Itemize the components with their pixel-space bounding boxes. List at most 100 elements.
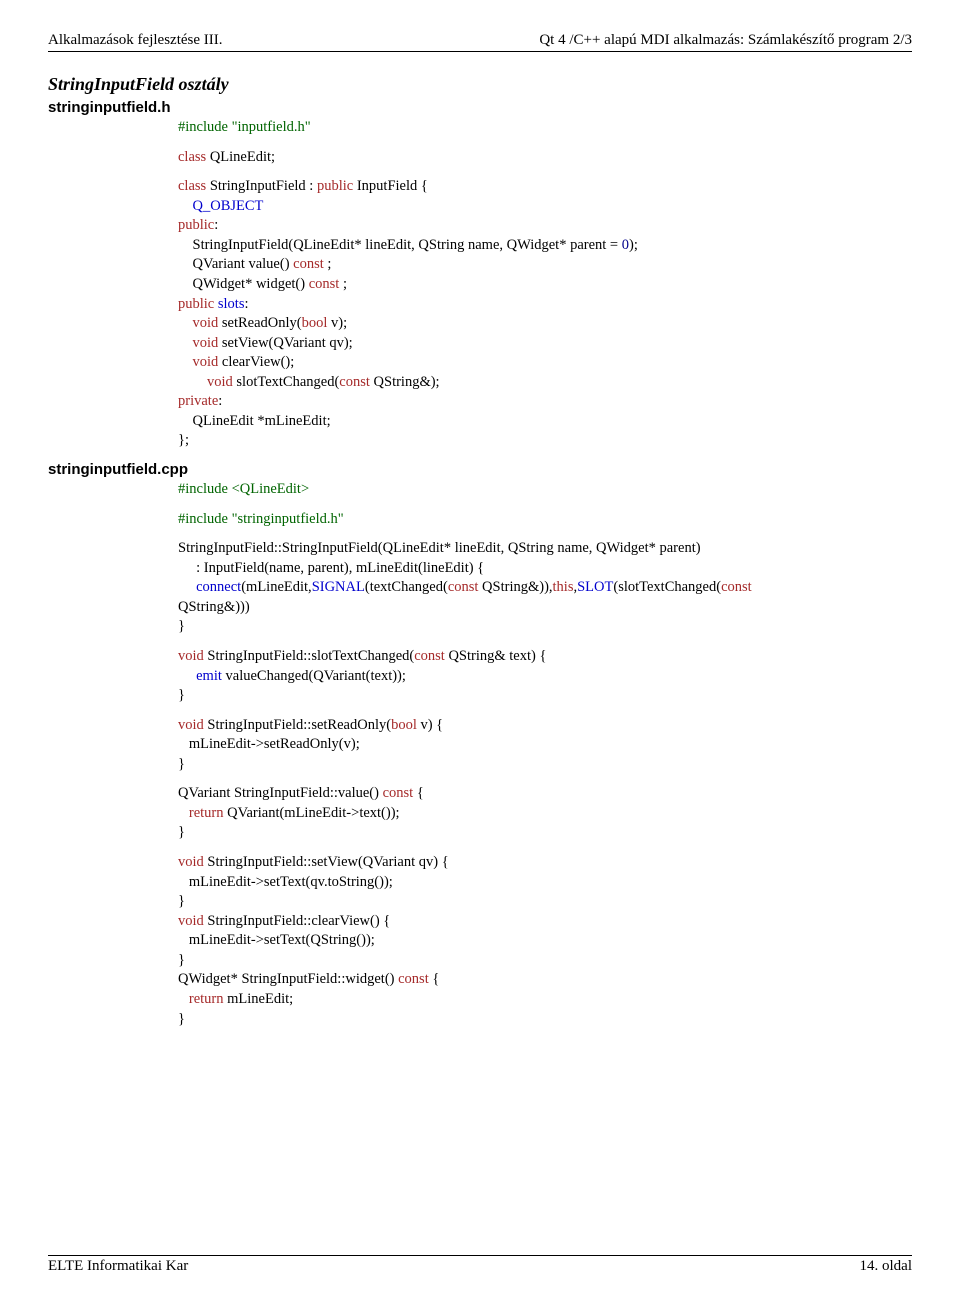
- t: v);: [327, 315, 347, 331]
- t: }: [178, 952, 185, 968]
- code-block-h-include: #include "inputfield.h": [178, 118, 912, 138]
- kw: const: [721, 579, 752, 595]
- t: QString&);: [370, 374, 440, 390]
- t: QString& text) {: [445, 648, 547, 664]
- t: };: [178, 432, 189, 448]
- file-cpp-label: stringinputfield.cpp: [48, 461, 912, 478]
- t: }: [178, 618, 185, 634]
- t: StringInputField::clearView() {: [204, 913, 391, 929]
- t: mLineEdit->setText(QString());: [178, 932, 375, 948]
- q-object: Q_OBJECT: [193, 198, 264, 214]
- kw: const: [339, 374, 370, 390]
- include-file: "inputfield.h": [232, 119, 311, 135]
- kw: void: [178, 854, 204, 870]
- t: QLineEdit *mLineEdit;: [193, 413, 331, 429]
- code-block-h-forward: class QLineEdit;: [178, 148, 912, 168]
- kw: return: [189, 805, 224, 821]
- t: }: [178, 756, 185, 772]
- t: {: [429, 971, 440, 987]
- page-footer: ELTE Informatikai Kar 14. oldal: [48, 1255, 912, 1275]
- kw: #include: [178, 481, 228, 497]
- kw-include: #include: [178, 119, 228, 135]
- t: setReadOnly(: [218, 315, 301, 331]
- kw: #include: [178, 511, 228, 527]
- header-left: Alkalmazások fejlesztése III.: [48, 32, 223, 49]
- emit: emit: [196, 668, 222, 684]
- kw: void: [178, 648, 204, 664]
- kw-class: class: [178, 149, 206, 165]
- kw: public: [317, 178, 353, 194]
- page-header: Alkalmazások fejlesztése III. Qt 4 /C++ …: [48, 32, 912, 52]
- t: <QLineEdit>: [228, 481, 309, 497]
- t: }: [178, 1011, 185, 1027]
- kw: this: [553, 579, 574, 595]
- kw: bool: [302, 315, 328, 331]
- t: QString&))): [178, 599, 250, 615]
- t: mLineEdit->setReadOnly(v);: [178, 736, 360, 752]
- code-block-h-class: class StringInputField : public InputFie…: [178, 177, 912, 451]
- t: setView(QVariant qv);: [218, 335, 352, 351]
- kw: const: [398, 971, 429, 987]
- t: v) {: [417, 717, 443, 733]
- t: StringInputField::slotTextChanged(: [204, 648, 414, 664]
- header-right: Qt 4 /C++ alapú MDI alkalmazás: Számlaké…: [539, 32, 912, 49]
- t: (textChanged(: [365, 579, 448, 595]
- code-block-cpp-inc1: #include <QLineEdit>: [178, 480, 912, 500]
- kw: public: [178, 217, 214, 233]
- footer-left: ELTE Informatikai Kar: [48, 1258, 188, 1275]
- t: mLineEdit;: [224, 991, 294, 1007]
- code-block-cpp-value: QVariant StringInputField::value() const…: [178, 784, 912, 843]
- kw: const: [383, 785, 414, 801]
- t: QVariant value(): [193, 256, 294, 272]
- kw: const: [414, 648, 445, 664]
- t: }: [178, 687, 185, 703]
- slots: slots: [218, 296, 245, 312]
- file-h-label: stringinputfield.h: [48, 99, 912, 116]
- kw: private: [178, 393, 218, 409]
- code-block-cpp-setview: void StringInputField::setView(QVariant …: [178, 853, 912, 1029]
- kw: void: [193, 354, 219, 370]
- t: InputField {: [357, 178, 428, 194]
- kw: class: [178, 178, 206, 194]
- t: slotTextChanged(: [233, 374, 340, 390]
- t: mLineEdit->setText(qv.toString());: [178, 874, 393, 890]
- t: ;: [324, 256, 332, 272]
- t: StringInputField(QLineEdit* lineEdit, QS…: [193, 237, 622, 253]
- t: QVariant(mLineEdit->text());: [224, 805, 400, 821]
- kw: public: [178, 296, 218, 312]
- kw: void: [207, 374, 233, 390]
- kw: const: [448, 579, 479, 595]
- t: );: [629, 237, 638, 253]
- t: QString&)),: [478, 579, 552, 595]
- kw: void: [178, 913, 204, 929]
- text: QLineEdit;: [210, 149, 275, 165]
- kw: void: [193, 315, 219, 331]
- t: "stringinputfield.h": [228, 511, 344, 527]
- kw: void: [193, 335, 219, 351]
- t: StringInputField::setView(QVariant qv) {: [204, 854, 449, 870]
- t: clearView();: [218, 354, 294, 370]
- t: QVariant StringInputField::value(): [178, 785, 383, 801]
- t: }: [178, 824, 185, 840]
- t: {: [413, 785, 424, 801]
- connect: connect: [196, 579, 241, 595]
- t: (slotTextChanged(: [613, 579, 721, 595]
- section-title: StringInputField osztály: [48, 74, 912, 95]
- code-block-cpp-ctor: StringInputField::StringInputField(QLine…: [178, 539, 912, 637]
- t: StringInputField :: [210, 178, 317, 194]
- code-block-cpp-slot: void StringInputField::slotTextChanged(c…: [178, 647, 912, 706]
- kw: void: [178, 717, 204, 733]
- kw: const: [293, 256, 324, 272]
- kw: const: [309, 276, 340, 292]
- code-block-cpp-readonly: void StringInputField::setReadOnly(bool …: [178, 716, 912, 775]
- t: QWidget* widget(): [193, 276, 309, 292]
- kw: bool: [391, 717, 417, 733]
- t: QWidget* StringInputField::widget(): [178, 971, 398, 987]
- t: ;: [339, 276, 347, 292]
- t: valueChanged(QVariant(text));: [222, 668, 406, 684]
- footer-right: 14. oldal: [860, 1258, 913, 1275]
- t: (mLineEdit,: [241, 579, 311, 595]
- t: }: [178, 893, 185, 909]
- t: StringInputField::StringInputField(QLine…: [178, 540, 701, 556]
- t: :: [214, 217, 218, 233]
